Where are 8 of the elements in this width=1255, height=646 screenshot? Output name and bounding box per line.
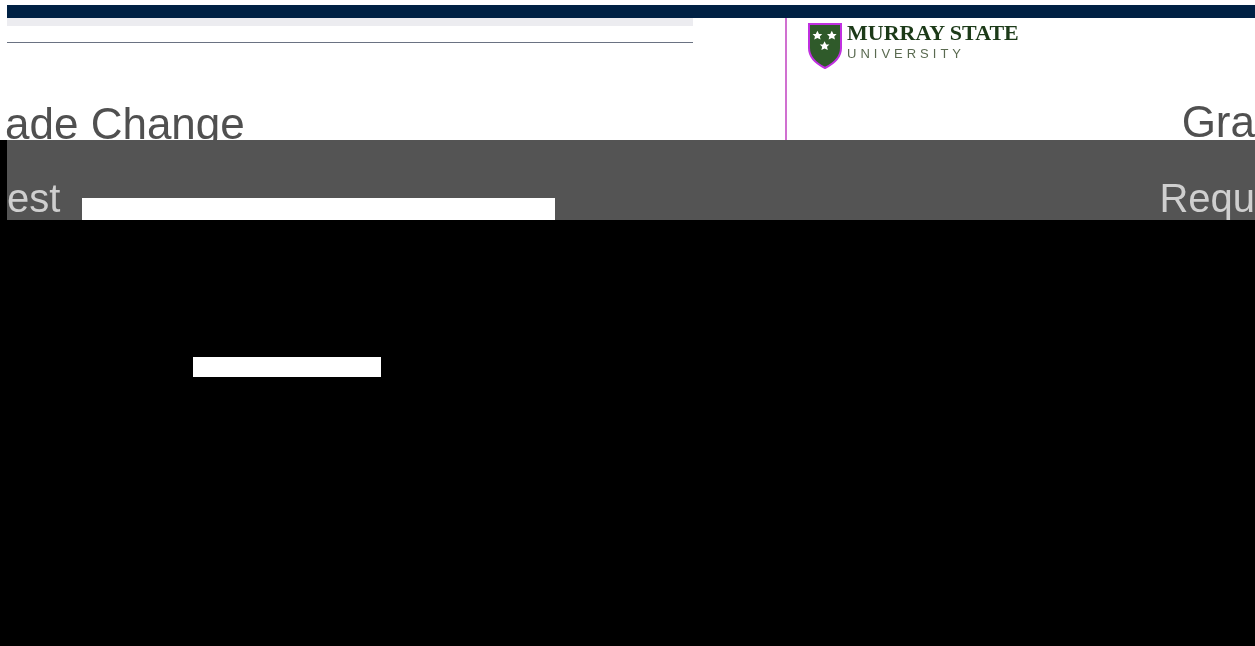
page-subheading: Requ bbox=[1159, 178, 1255, 218]
logo-subtitle: UNIVERSITY bbox=[847, 47, 966, 60]
input-field[interactable] bbox=[82, 198, 556, 220]
page-subheading: est bbox=[7, 178, 61, 218]
logo-name: MURRAY STATE bbox=[847, 22, 1019, 44]
shield-icon bbox=[807, 22, 843, 70]
page-heading: ade Change bbox=[5, 102, 245, 146]
page-heading: Gra bbox=[1181, 100, 1255, 144]
